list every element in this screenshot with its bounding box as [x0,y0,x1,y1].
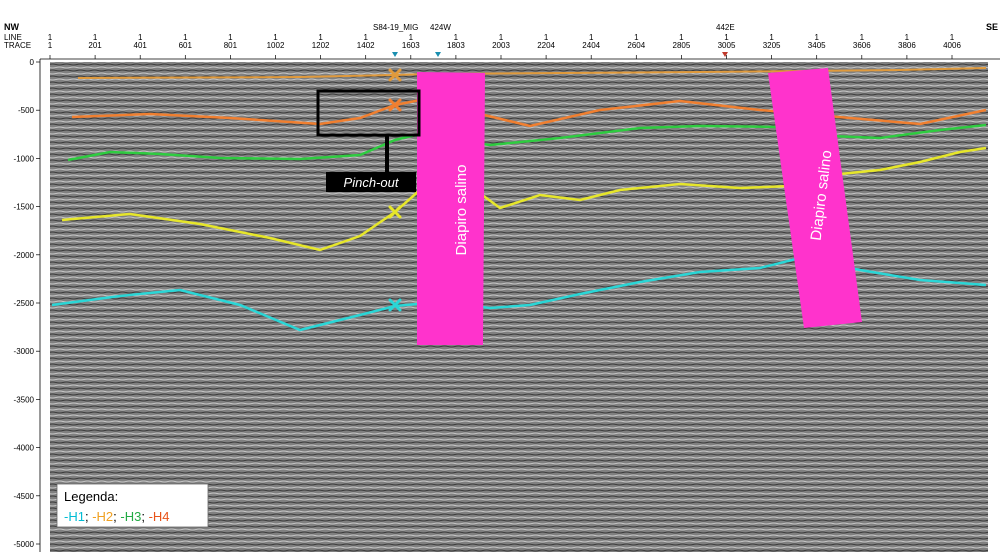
depth-tick-label: 0 [30,58,35,67]
se-direction-label: SE [986,22,998,32]
marker-label-424w: 424W [430,23,451,32]
depth-axis: 0 -500 -1000 -1500 -2000 -2500 -3000 -3500 -4000… [14,58,40,549]
depth-tick-label: -3000 [14,347,35,356]
trace-tick-label: 2805 [673,41,691,50]
trace-tick-label: 1603 [402,41,420,50]
legend-items: -H1; -H2; -H3; -H4 [64,509,170,524]
legend-item-h4: -H4 [149,509,170,524]
depth-tick-label: -2500 [14,299,35,308]
pinch-out-label: Pinch-out [344,175,400,190]
trace-axis: 1112011401160118011100211202114021160311… [48,33,961,59]
trace-tick-label: 401 [134,41,148,50]
marker-triangle-424w [435,52,441,57]
trace-tick-label: 1803 [447,41,465,50]
depth-tick-label: -500 [18,106,35,115]
trace-tick-label: 2204 [537,41,555,50]
trace-tick-label: 3806 [898,41,916,50]
depth-tick-label: -1500 [14,203,35,212]
seismic-section-figure: NW SE LINE TRACE S84-19_MIG 424W 442E 11… [4,22,1000,552]
nw-direction-label: NW [4,22,19,32]
trace-tick-label: 3405 [808,41,826,50]
trace-tick-label: 201 [88,41,102,50]
legend-item-h3: -H3 [120,509,141,524]
marker-label-442e: 442E [716,23,735,32]
trace-tick-label: 1002 [267,41,285,50]
salt-diapir-left [417,72,485,345]
trace-tick-label: 3205 [763,41,781,50]
trace-tick-label: 4006 [943,41,961,50]
depth-tick-label: -5000 [14,540,35,549]
trace-tick-label: 3606 [853,41,871,50]
depth-tick-label: -4000 [14,444,35,453]
depth-tick-label: -3500 [14,395,35,404]
trace-tick-label: 601 [179,41,193,50]
trace-tick-label: 1402 [357,41,375,50]
depth-tick-label: -1000 [14,154,35,163]
legend-item-h1: -H1 [64,509,85,524]
depth-tick-label: -4500 [14,492,35,501]
trace-tick-label: 801 [224,41,238,50]
trace-tick-label: 3005 [718,41,736,50]
trace-tick-label: 2404 [582,41,600,50]
trace-tick-label: 2003 [492,41,510,50]
marker-label-s84: S84-19_MIG [373,23,418,32]
salt-diapir-left-label: Diapiro salino [453,165,470,256]
trace-tick-label: 1202 [312,41,330,50]
depth-tick-label: -2000 [14,251,35,260]
trace-tick-label: 1 [48,41,53,50]
marker-triangle-s84 [392,52,398,57]
legend-item-h2: -H2 [92,509,113,524]
marker-triangle-442e [722,52,728,57]
trace-tick-label: 2604 [627,41,645,50]
legend-title: Legenda: [64,489,118,504]
trace-row-label: TRACE [4,41,31,50]
